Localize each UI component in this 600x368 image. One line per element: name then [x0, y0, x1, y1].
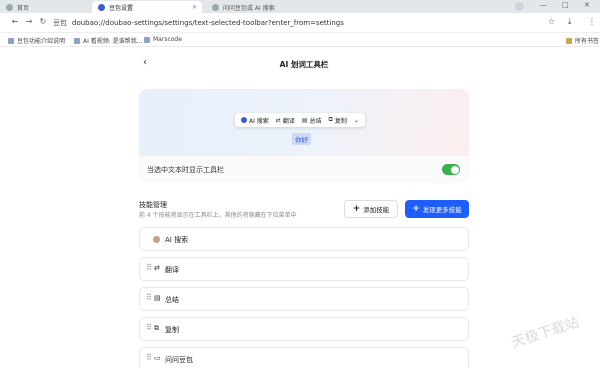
preview-item-label: 翻译 [282, 117, 295, 125]
drag-handle-icon[interactable]: ⠿ [146, 323, 152, 332]
doubao-icon [98, 3, 105, 11]
tab-home[interactable]: 首页 [0, 1, 90, 13]
preview-translate: ⇄ 翻译 [276, 116, 295, 125]
profile-avatar[interactable] [515, 2, 524, 11]
preview-item-label: AI 搜索 [249, 117, 269, 125]
tab-label: 首页 [17, 4, 30, 12]
toggle-label: 当选中文本时显示工具栏 [147, 166, 224, 174]
skill-label: 翻译 [165, 266, 179, 274]
browser-toolbar: ← → ↻ 豆包 doubao://doubao-settings/settin… [0, 13, 600, 33]
skill-item-translate[interactable]: ⠿ ⇄ 翻译 [139, 257, 469, 281]
preview-item-label: 总结 [309, 117, 322, 125]
bookmark-item[interactable]: 豆包功能介绍说明 [8, 36, 65, 45]
url-site-label: 豆包 [53, 19, 67, 27]
skill-item-copy[interactable]: ⠿ ⧉ 复制 [139, 317, 469, 341]
show-toolbar-row: 当选中文本时显示工具栏 [139, 156, 469, 183]
skill-label: 问问豆包 [165, 356, 193, 364]
copy-icon: ⧉ [154, 324, 159, 332]
star-icon[interactable]: ☆ [548, 17, 555, 26]
drag-handle-icon[interactable]: ⠿ [146, 263, 152, 272]
url-text: doubao://doubao-settings/settings/text-s… [72, 19, 344, 27]
skill-label: 复制 [165, 326, 179, 334]
tab-doubao-settings[interactable]: 豆包设置 ✕ [92, 1, 202, 13]
bookmark-label: Marscode [153, 36, 182, 43]
selected-text: 你好 [292, 133, 311, 145]
tab-ask-doubao[interactable]: 问问豆包或 AI 搜索 [206, 1, 336, 13]
translate-icon: ⇄ [275, 116, 281, 124]
home-icon [6, 3, 13, 11]
chevron-down-icon: ⌄ [353, 116, 359, 124]
preview-summary: ▤ 总结 [302, 116, 322, 125]
skill-item-ai-search[interactable]: AI 搜索 [139, 227, 469, 251]
toggle-knob [450, 165, 459, 174]
summary-icon: ▤ [301, 116, 308, 124]
preview-copy: ⧉ 复制 [329, 116, 347, 125]
chat-icon: ▭ [154, 354, 161, 362]
plus-icon: + [352, 204, 361, 214]
preview-item-label: 复制 [334, 117, 347, 125]
toolbar-preview: AI 搜索 ⇄ 翻译 ▤ 总结 ⧉ 复制 ⌄ 你好 [139, 89, 469, 156]
folder-icon [566, 37, 572, 44]
skills-header: 技能管理 前 4 个技能将显示在工具栏上，其他的将隐藏在下拉菜单中 + 添加技能… [139, 199, 469, 221]
preview-ai-search: AI 搜索 [241, 116, 269, 125]
skills-subtitle: 前 4 个技能将显示在工具栏上，其他的将隐藏在下拉菜单中 [139, 212, 297, 219]
back-icon[interactable]: ← [10, 17, 20, 26]
skill-label: 总结 [165, 296, 179, 304]
skill-item-ask-doubao[interactable]: ⠿ ▭ 问问豆包 [139, 347, 469, 368]
maximize-icon[interactable]: □ [562, 1, 569, 9]
bookmark-icon [74, 37, 80, 44]
plus-icon: + [412, 204, 420, 214]
floating-toolbar: AI 搜索 ⇄ 翻译 ▤ 总结 ⧉ 复制 ⌄ [235, 113, 365, 127]
bookmark-label: 豆包功能介绍说明 [17, 38, 66, 45]
bookmark-item[interactable]: Marscode [144, 36, 182, 43]
bookmark-icon [144, 36, 150, 43]
close-window-icon[interactable]: ✕ [584, 1, 590, 9]
page-header: ‹ AI 划词工具栏 [139, 56, 469, 72]
show-toolbar-toggle[interactable] [442, 164, 460, 175]
discover-skills-label: 发现更多技能 [422, 206, 462, 214]
discover-skills-button[interactable]: + 发现更多技能 [405, 200, 469, 218]
forward-icon[interactable]: → [24, 17, 34, 26]
tab-strip: 首页 豆包设置 ✕ 问问豆包或 AI 搜索 — □ ✕ [0, 0, 600, 13]
skill-item-summary[interactable]: ⠿ ▤ 总结 [139, 287, 469, 311]
drag-handle-icon[interactable]: ⠿ [146, 353, 152, 362]
skills-title: 技能管理 [139, 201, 167, 209]
tab-label: 豆包设置 [109, 4, 134, 12]
bookmark-label: AI 看视频: 是谁帮我... [83, 38, 143, 45]
doubao-icon [153, 236, 160, 243]
close-icon[interactable]: ✕ [192, 4, 197, 11]
download-icon[interactable]: ⤓ [568, 17, 572, 27]
translate-icon: ⇄ [154, 264, 160, 272]
page-title: AI 划词工具栏 [279, 60, 329, 69]
bookmarks-bar: 豆包功能介绍说明 AI 看视频: 是谁帮我... Marscode 所有书签 [0, 33, 600, 47]
summary-icon: ▤ [154, 294, 161, 302]
bookmark-icon [8, 37, 14, 44]
menu-icon[interactable]: ⋮ [588, 17, 596, 26]
all-bookmarks[interactable]: 所有书签 [566, 36, 599, 45]
bookmark-label: 所有书签 [575, 38, 600, 45]
drag-handle-icon[interactable]: ⠿ [146, 293, 152, 302]
doubao-icon [241, 117, 247, 123]
add-skill-button[interactable]: + 添加技能 [344, 200, 398, 218]
tab-label: 问问豆包或 AI 搜索 [223, 4, 275, 12]
add-skill-label: 添加技能 [363, 206, 390, 214]
copy-icon: ⧉ [328, 116, 333, 123]
reload-icon[interactable]: ↻ [38, 17, 48, 26]
bookmark-item[interactable]: AI 看视频: 是谁帮我... [74, 36, 142, 45]
skill-label: AI 搜索 [165, 236, 189, 244]
minimize-icon[interactable]: — [540, 1, 547, 9]
address-bar[interactable]: 豆包 doubao://doubao-settings/settings/tex… [53, 16, 513, 30]
settings-page: ‹ AI 划词工具栏 AI 搜索 ⇄ 翻译 ▤ 总结 ⧉ 复制 ⌄ 你好 当选中… [0, 48, 600, 368]
search-icon [212, 3, 219, 11]
